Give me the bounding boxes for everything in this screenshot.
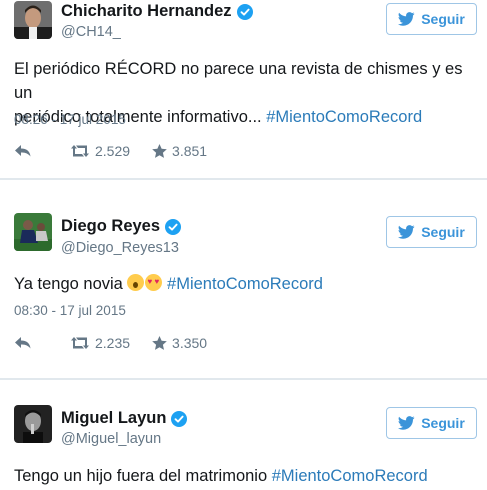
follow-label: Seguir (421, 11, 465, 27)
hashtag-link[interactable]: #MientoComoRecord (167, 275, 323, 293)
tweet-actions: 2.529 3.851 (14, 143, 207, 159)
retweet-icon (71, 337, 89, 349)
twitter-bird-icon (398, 225, 415, 239)
divider (0, 378, 487, 380)
star-icon (152, 336, 167, 350)
retweet-count: 2.529 (95, 143, 131, 159)
follow-button[interactable]: Seguir (386, 407, 477, 439)
tweet-text-line1: El periódico RÉCORD no parece una revist… (14, 60, 463, 102)
like-action[interactable]: 3.851 (152, 143, 207, 159)
like-action[interactable]: 3.350 (152, 335, 207, 351)
divider (0, 178, 487, 180)
display-name-text[interactable]: Miguel Layun (61, 409, 166, 428)
tweet-text: Tengo un hijo fuera del matrimonio #Mien… (14, 464, 481, 488)
follow-label: Seguir (421, 415, 465, 431)
follow-button[interactable]: Seguir (386, 3, 477, 35)
star-icon (152, 144, 167, 158)
retweet-action[interactable]: 2.235 (70, 335, 130, 351)
retweet-icon (71, 145, 89, 157)
verified-badge-icon (171, 410, 188, 427)
tweet-text-body: Ya tengo novia (14, 275, 128, 293)
display-name[interactable]: Miguel Layun (61, 409, 188, 428)
avatar-chicharito[interactable] (14, 1, 52, 39)
tweet-actions: 2.235 3.350 (14, 335, 207, 351)
twitter-bird-icon (398, 416, 415, 430)
handle[interactable]: @Miguel_layun (61, 431, 161, 447)
reply-icon[interactable] (14, 144, 40, 158)
display-name[interactable]: Chicharito Hernandez (61, 2, 253, 21)
retweet-count: 2.235 (95, 335, 131, 351)
follow-label: Seguir (421, 224, 465, 240)
like-count: 3.851 (172, 143, 208, 159)
display-name-text[interactable]: Chicharito Hernandez (61, 2, 232, 21)
verified-badge-icon (236, 3, 253, 20)
heart-eyes-emoji: ♥ ♥ (145, 274, 163, 291)
retweet-action[interactable]: 2.529 (70, 143, 130, 159)
display-name-text[interactable]: Diego Reyes (61, 217, 160, 236)
timestamp[interactable]: 08:26 - 17 jul 2015 (14, 112, 126, 127)
twitter-bird-icon (398, 12, 415, 26)
avatar-diego-reyes[interactable] (14, 213, 52, 251)
timestamp[interactable]: 08:30 - 17 jul 2015 (14, 303, 126, 318)
display-name[interactable]: Diego Reyes (61, 217, 182, 236)
reply-icon[interactable] (14, 336, 40, 350)
like-count: 3.350 (172, 335, 208, 351)
tweet-text: Ya tengo novia ♥ ♥ #MientoComoRecord (14, 272, 481, 296)
face-screaming-emoji (127, 274, 145, 291)
verified-badge-icon (165, 218, 182, 235)
avatar-miguel-layun[interactable] (14, 405, 52, 443)
hashtag-link[interactable]: #MientoComoRecord (266, 108, 422, 126)
tweet-text-body: Tengo un hijo fuera del matrimonio (14, 467, 272, 485)
handle[interactable]: @Diego_Reyes13 (61, 240, 179, 256)
follow-button[interactable]: Seguir (386, 216, 477, 248)
handle[interactable]: @CH14_ (61, 24, 121, 40)
hashtag-link[interactable]: #MientoComoRecord (272, 467, 428, 485)
